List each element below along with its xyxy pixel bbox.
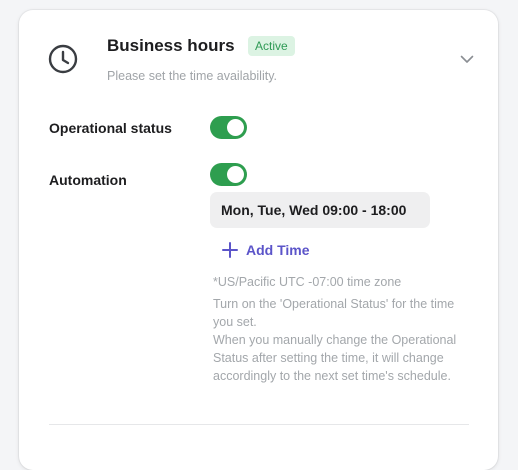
section-subtitle: Please set the time availability. <box>107 69 277 83</box>
schedule-time-chip[interactable]: Mon, Tue, Wed 09:00 - 18:00 <box>210 192 430 228</box>
clock-icon <box>48 44 78 74</box>
status-badge: Active <box>248 36 295 56</box>
automation-label: Automation <box>49 172 127 188</box>
operational-status-toggle[interactable] <box>210 116 247 139</box>
plus-icon <box>222 242 238 258</box>
add-time-label: Add Time <box>246 242 310 258</box>
add-time-button[interactable]: Add Time <box>221 240 310 260</box>
operational-status-label: Operational status <box>49 120 172 136</box>
section-divider <box>49 424 469 425</box>
toggle-knob <box>227 166 244 183</box>
section-title: Business hours <box>107 36 235 55</box>
instruction-note: Turn on the 'Operational Status' for the… <box>213 297 455 329</box>
explanation-note: When you manually change the Operational… <box>213 333 457 383</box>
automation-toggle[interactable] <box>210 163 247 186</box>
chevron-down-icon[interactable] <box>459 51 475 67</box>
business-hours-card: Business hours Active Please set the tim… <box>19 10 498 470</box>
timezone-note: *US/Pacific UTC -07:00 time zone <box>213 275 402 289</box>
toggle-knob <box>227 119 244 136</box>
